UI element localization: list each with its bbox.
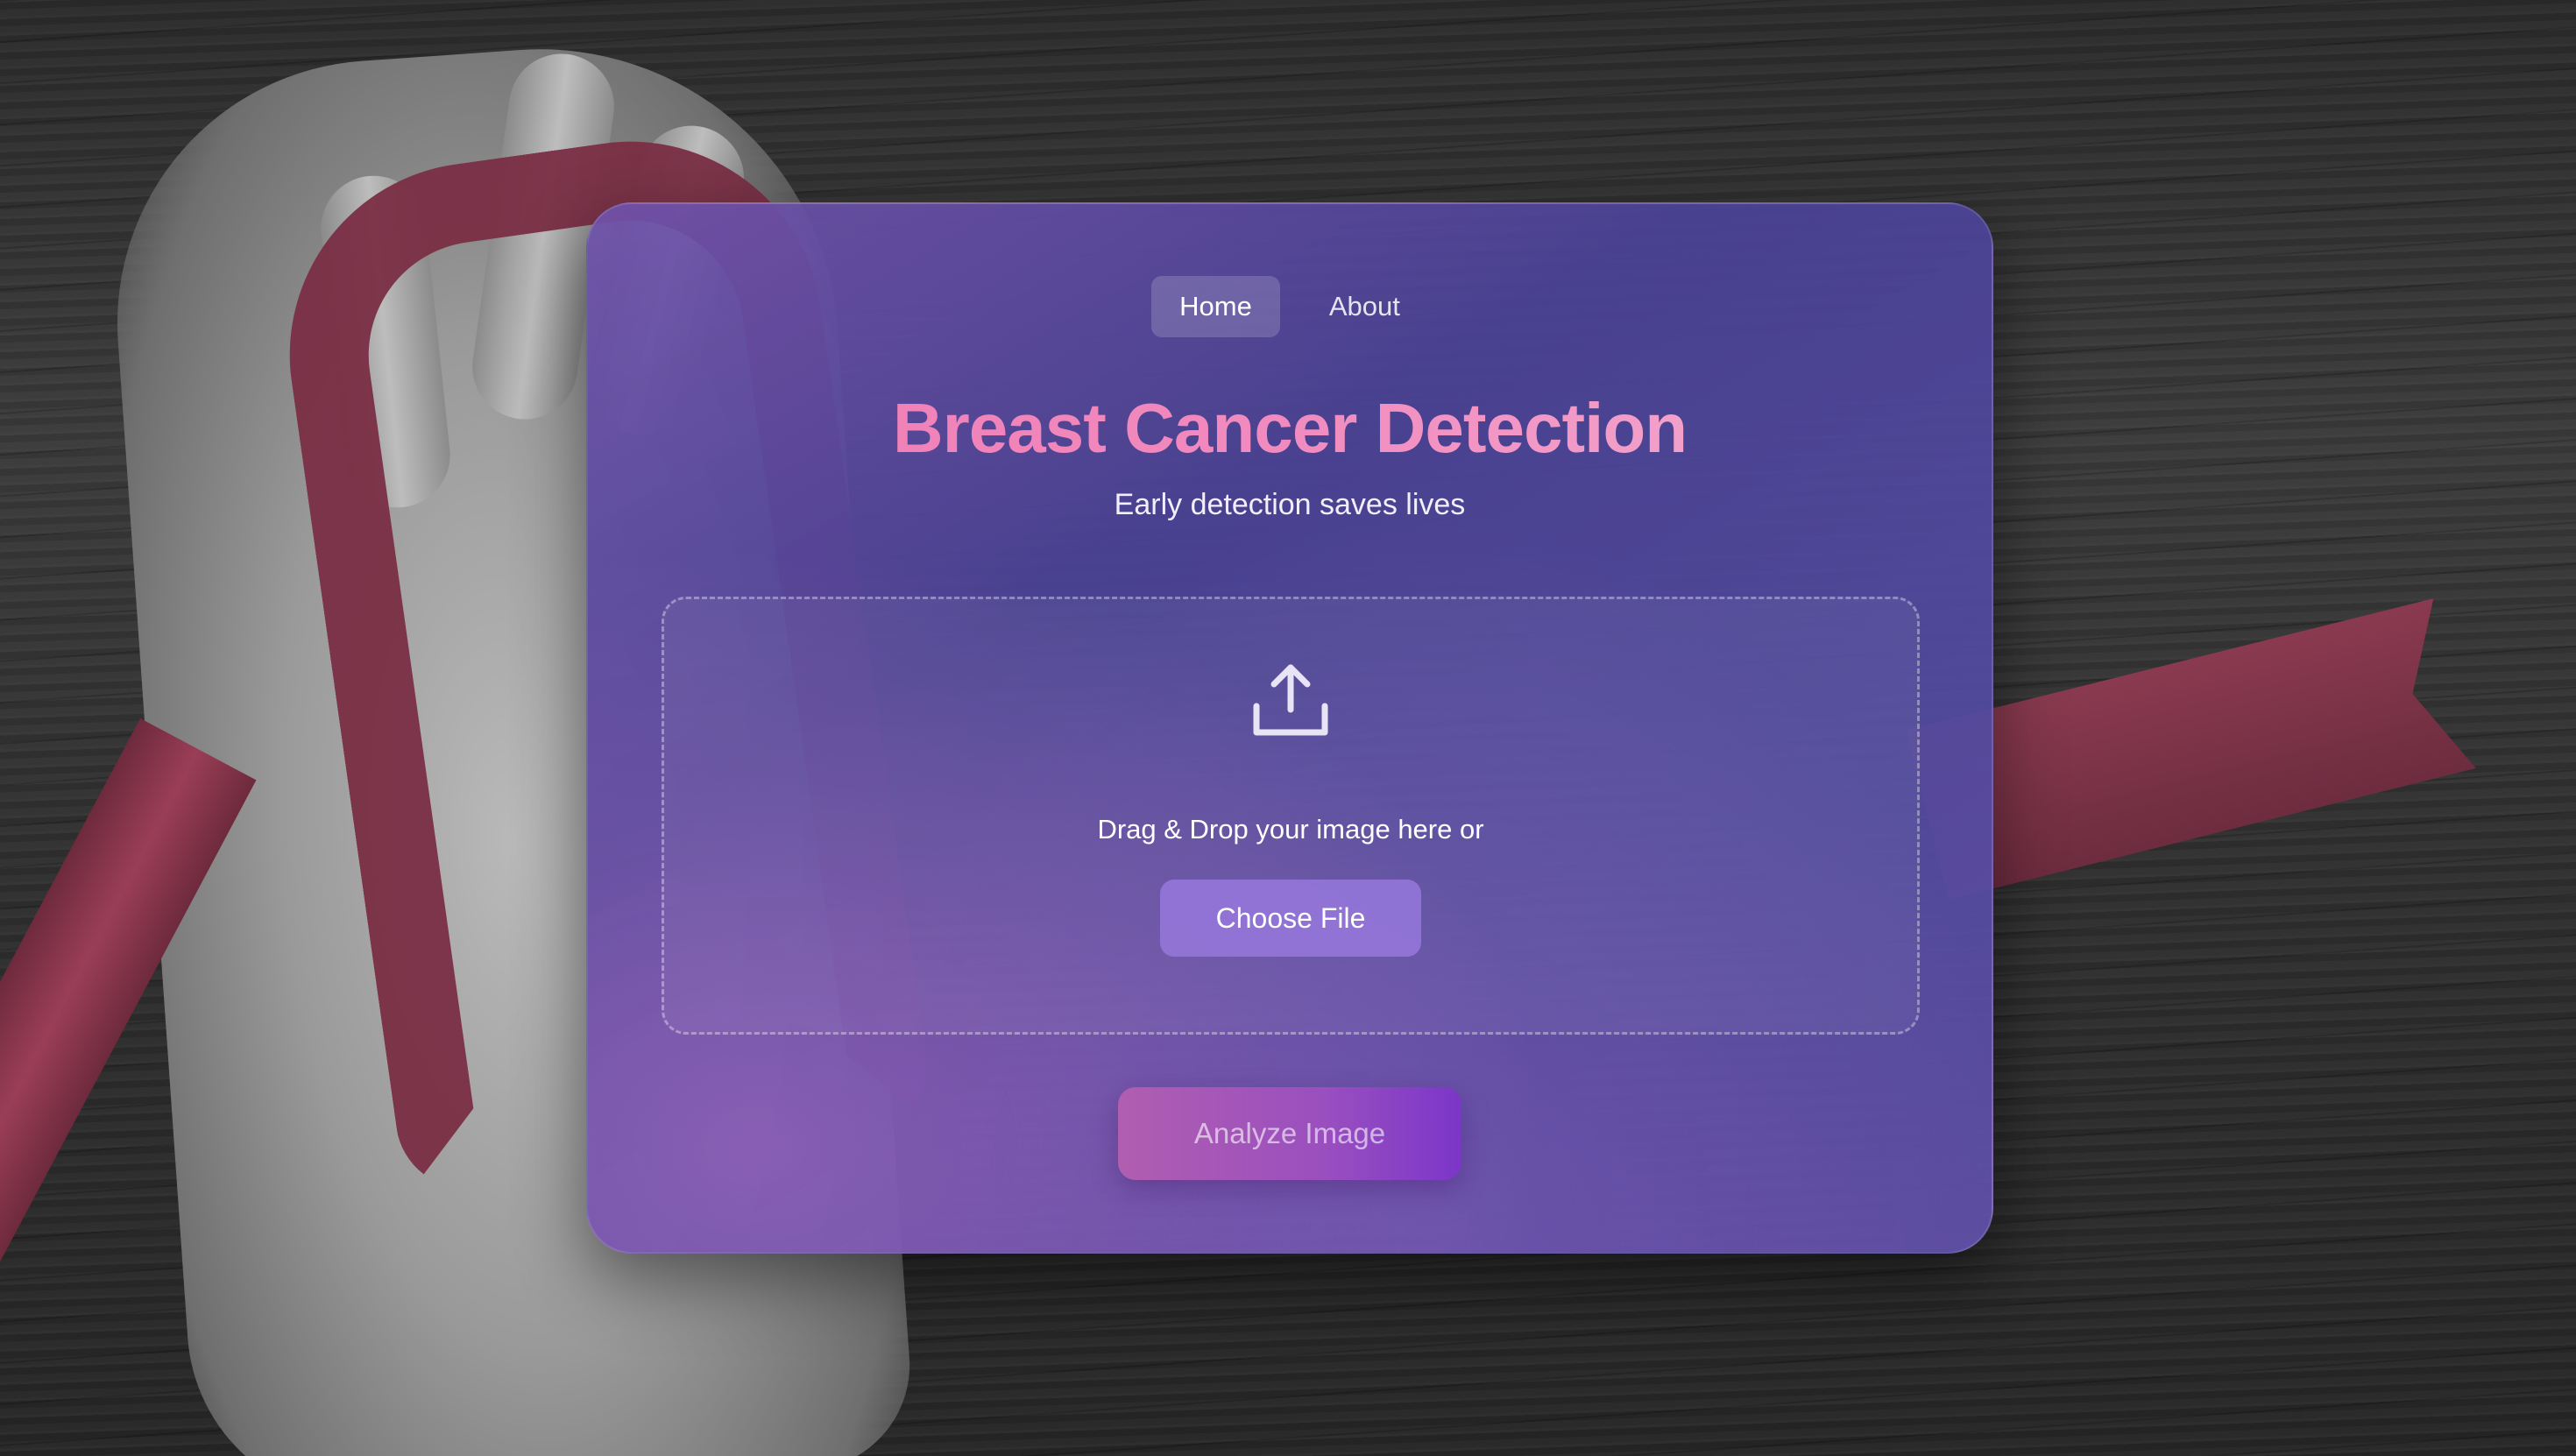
- analyze-image-button[interactable]: Analyze Image: [1118, 1087, 1461, 1180]
- page-title: Breast Cancer Detection: [588, 388, 1992, 469]
- page-subtitle: Early detection saves lives: [1114, 488, 1466, 521]
- top-nav: Home About: [588, 276, 1992, 337]
- upload-dropzone[interactable]: Drag & Drop your image here or Choose Fi…: [662, 597, 1920, 1035]
- choose-file-button[interactable]: Choose File: [1160, 880, 1421, 957]
- main-card: Home About Breast Cancer Detection Early…: [586, 202, 1993, 1254]
- dropzone-prompt: Drag & Drop your image here or: [1097, 814, 1484, 845]
- nav-home-link[interactable]: Home: [1151, 276, 1280, 337]
- upload-icon: [1253, 664, 1328, 736]
- nav-about-link[interactable]: About: [1301, 276, 1428, 337]
- page-background: Home About Breast Cancer Detection Early…: [0, 0, 2576, 1456]
